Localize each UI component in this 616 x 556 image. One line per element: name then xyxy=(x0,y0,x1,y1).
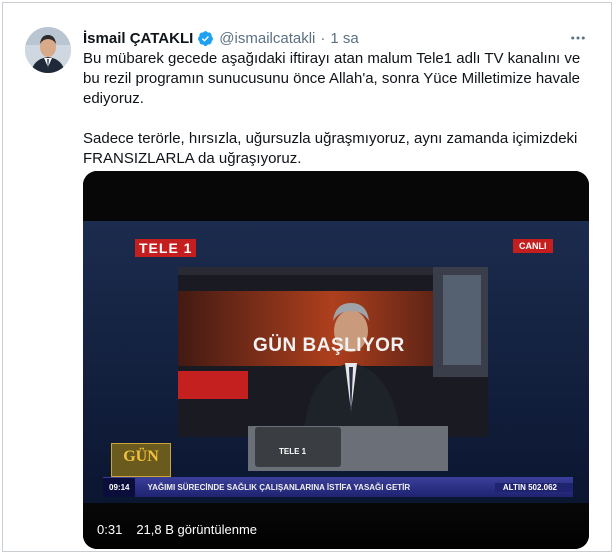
tweet-text: Bu mübarek gecede aşağıdaki iftirayı ata… xyxy=(83,49,593,169)
video-info-overlay: 0:31 21,8 B görüntülenme xyxy=(83,509,589,549)
author-handle[interactable]: @ismailcatakli xyxy=(219,30,315,47)
tweet-timestamp[interactable]: 1 sa xyxy=(330,30,358,47)
tweet-card: İsmail ÇATAKLI @ismailcatakli · 1 sa Bu … xyxy=(2,2,612,552)
show-title: GÜN BAŞLIYOR xyxy=(253,335,405,356)
live-badge: CANLI xyxy=(513,239,553,253)
ticker-right: ALTIN 502.062 xyxy=(494,482,573,492)
channel-logo: TELE 1 xyxy=(135,239,197,257)
video-duration: 0:31 xyxy=(97,521,123,537)
tweet-paragraph: Sadece terörle, hırsızla, uğursuzla uğra… xyxy=(83,130,578,167)
separator-dot: · xyxy=(320,29,326,47)
avatar[interactable] xyxy=(25,27,71,73)
corner-logo: GÜN xyxy=(111,443,171,477)
news-ticker: 09:14 YAĞIMI SÜRECİNDE SAĞLIK ÇALIŞANLAR… xyxy=(103,477,573,497)
verified-badge-icon xyxy=(197,30,214,47)
author-display-name[interactable]: İsmail ÇATAKLI xyxy=(83,30,193,47)
video-player[interactable]: TELE 1 CANLI GÜN BAŞLIYOR TELE 1 GÜN 09:… xyxy=(83,171,589,549)
ticker-time: 09:14 xyxy=(103,477,136,497)
avatar-image xyxy=(25,27,71,73)
more-options-button[interactable] xyxy=(565,25,591,51)
tweet-paragraph: Bu mübarek gecede aşağıdaki iftirayı ata… xyxy=(83,50,581,107)
ticker-text: YAĞIMI SÜRECİNDE SAĞLIK ÇALIŞANLARINA İS… xyxy=(147,482,411,492)
more-dots-icon xyxy=(571,36,585,40)
desk-logo: TELE 1 xyxy=(279,447,307,456)
tweet-header: İsmail ÇATAKLI @ismailcatakli · 1 sa xyxy=(83,27,359,49)
video-view-count: 21,8 B görüntülenme xyxy=(136,521,258,537)
